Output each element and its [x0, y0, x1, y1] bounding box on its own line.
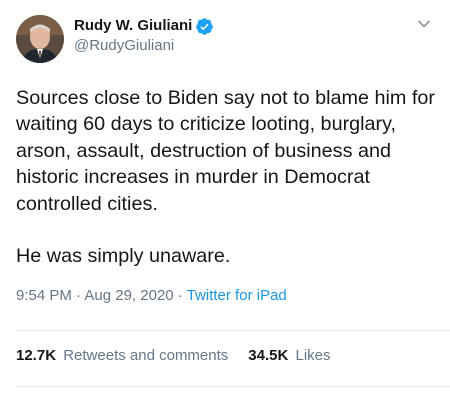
- verified-badge-icon: [195, 17, 214, 36]
- tweet-source-link[interactable]: Twitter for iPad: [187, 287, 287, 304]
- likes-label: Likes: [295, 347, 331, 364]
- author-names: Rudy W. Giuliani @RudyGiuliani: [74, 16, 214, 56]
- chevron-down-icon[interactable]: [414, 14, 434, 34]
- likes-stat[interactable]: 34.5K Likes: [248, 347, 330, 364]
- retweets-stat[interactable]: 12.7K Retweets and comments: [16, 347, 228, 364]
- meta-separator: ·: [76, 287, 82, 305]
- retweets-label: Retweets and comments: [63, 347, 229, 364]
- retweets-count: 12.7K: [16, 347, 57, 364]
- meta-separator: ·: [177, 287, 183, 305]
- tweet-stats: 12.7K Retweets and comments 34.5K Likes: [16, 347, 331, 364]
- avatar[interactable]: [16, 15, 64, 63]
- tweet-card: Rudy W. Giuliani @RudyGiuliani Sources c…: [0, 0, 450, 401]
- tweet-paragraph: He was simply unaware.: [16, 245, 231, 268]
- tweet-header: Rudy W. Giuliani @RudyGiuliani: [16, 12, 434, 63]
- tweet-text: Sources close to Biden say not to blame …: [16, 85, 441, 269]
- display-name-text: Rudy W. Giuliani: [74, 17, 193, 34]
- author-handle[interactable]: @RudyGiuliani: [74, 36, 214, 56]
- tweet-time[interactable]: 9:54 PM: [16, 287, 72, 304]
- divider: [16, 386, 450, 387]
- tweet-paragraph: Sources close to Biden say not to blame …: [16, 87, 435, 215]
- author-display-name[interactable]: Rudy W. Giuliani: [74, 16, 214, 36]
- tweet-meta: 9:54 PM · Aug 29, 2020 · Twitter for iPa…: [16, 286, 434, 306]
- likes-count: 34.5K: [248, 347, 289, 364]
- divider: [16, 330, 450, 331]
- tweet-date[interactable]: Aug 29, 2020: [84, 287, 173, 304]
